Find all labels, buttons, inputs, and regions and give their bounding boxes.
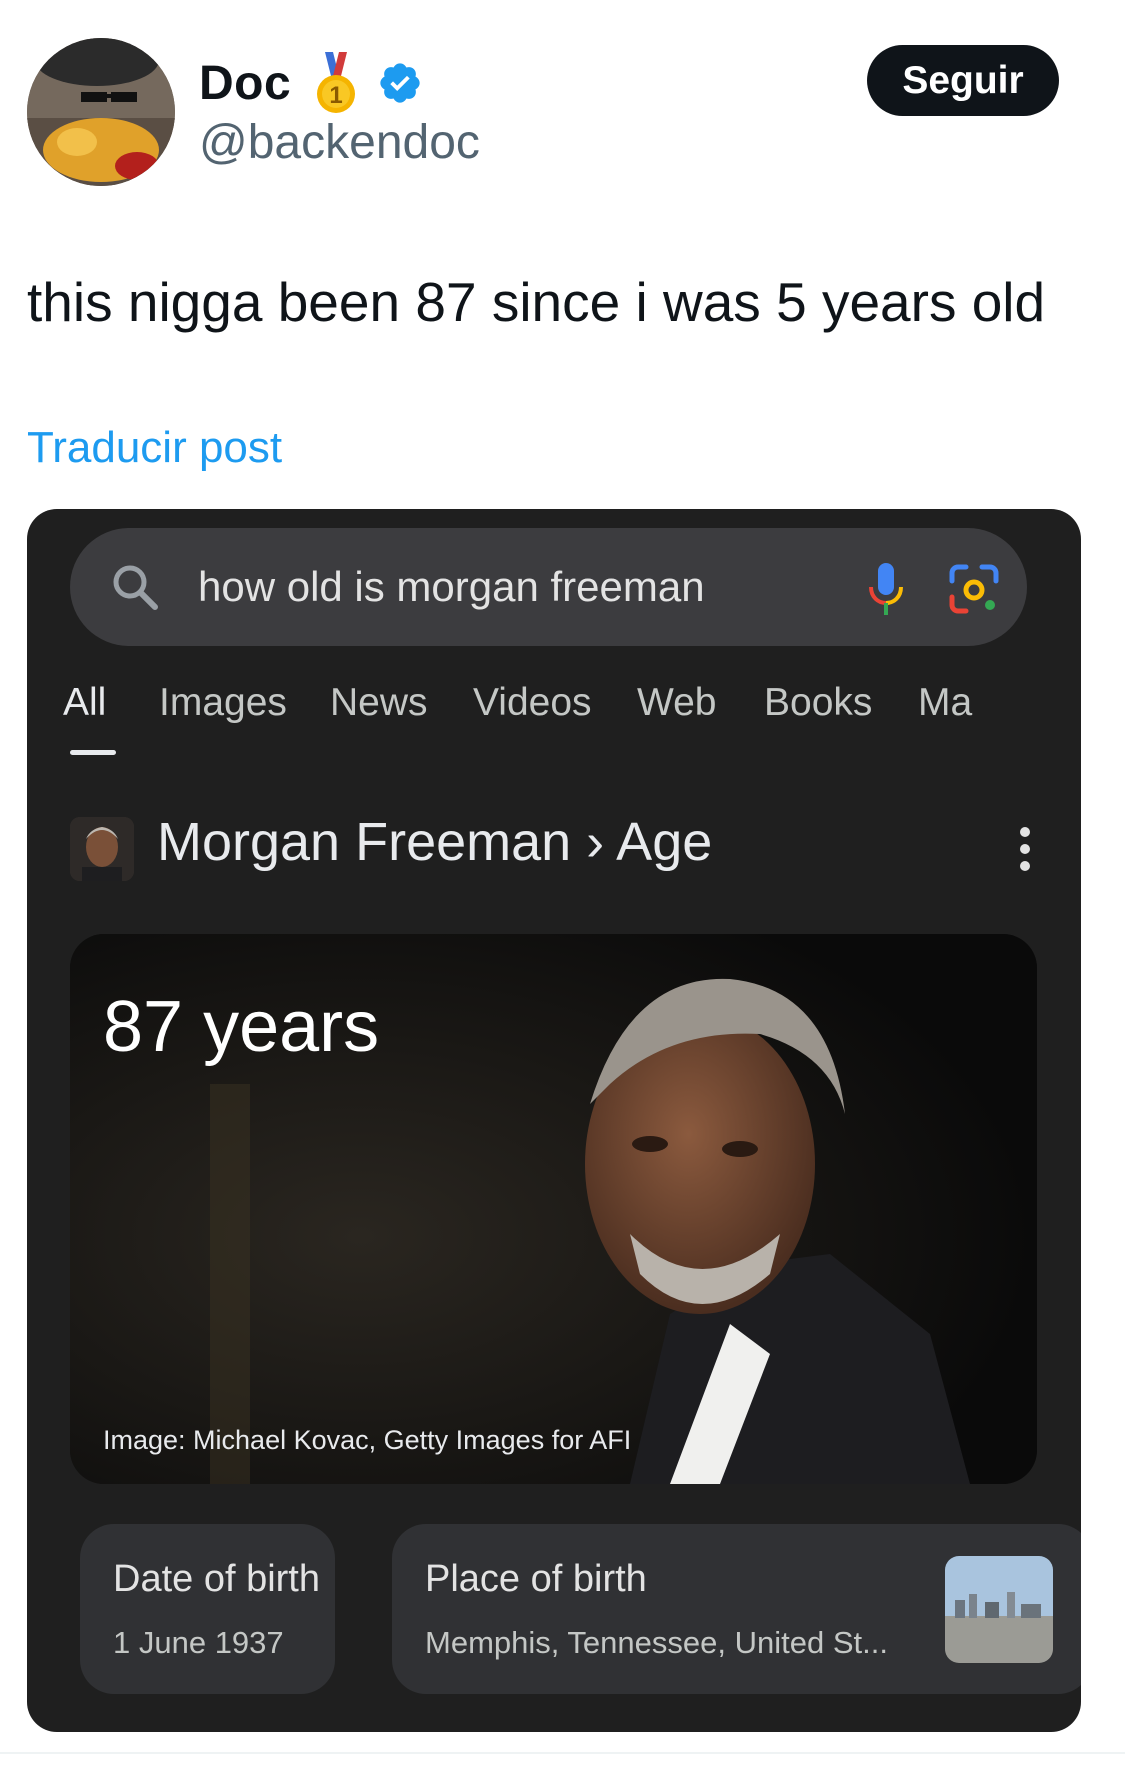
tab-books[interactable]: Books	[764, 681, 872, 725]
verified-badge-icon[interactable]	[377, 60, 423, 106]
tab-images[interactable]: Images	[159, 681, 287, 725]
date-of-birth-value: 1 June 1937	[113, 1625, 284, 1660]
tab-more[interactable]: Ma	[918, 681, 972, 725]
search-bar: how old is morgan freeman	[70, 528, 1027, 646]
age-value: 87 years	[103, 987, 380, 1067]
avatar[interactable]	[27, 38, 175, 186]
entity-thumbnail[interactable]	[70, 817, 134, 881]
place-of-birth-card[interactable]: Place of birth Memphis, Tennessee, Unite…	[392, 1524, 1081, 1694]
lens-icon	[949, 564, 999, 614]
place-of-birth-value: Memphis, Tennessee, United St...	[425, 1625, 888, 1660]
tab-videos[interactable]: Videos	[473, 681, 592, 725]
result-tabs: All Images News Videos Web Books Ma	[27, 669, 1081, 749]
active-tab-indicator	[70, 750, 116, 755]
image-credit: Image: Michael Kovac, Getty Images for A…	[103, 1425, 632, 1455]
tweet-text: this nigga been 87 since i was 5 years o…	[27, 271, 1046, 333]
search-icon	[113, 565, 158, 610]
search-query: how old is morgan freeman	[198, 563, 705, 610]
date-of-birth-card[interactable]: Date of birth 1 June 1937	[80, 1524, 335, 1694]
entity-title[interactable]: Morgan Freeman › Age	[157, 811, 712, 873]
translate-post-link[interactable]: Traducir post	[27, 423, 282, 473]
tab-all[interactable]: All	[63, 681, 106, 725]
date-of-birth-label: Date of birth	[113, 1558, 320, 1600]
display-name[interactable]: Doc	[199, 56, 291, 111]
name-row: Doc 1	[199, 50, 423, 116]
embedded-screenshot[interactable]: how old is morgan freeman All Images New…	[27, 509, 1081, 1732]
tab-web[interactable]: Web	[637, 681, 717, 725]
more-vert-icon[interactable]	[1018, 825, 1032, 873]
follow-button[interactable]: Seguir	[867, 45, 1059, 116]
place-of-birth-label: Place of birth	[425, 1558, 647, 1600]
age-answer-card[interactable]: 87 years Image: Michael Kovac, Getty Ima…	[70, 934, 1037, 1484]
tab-news[interactable]: News	[330, 681, 428, 725]
medal-icon: 1	[317, 52, 356, 113]
medal-number: 1	[330, 82, 343, 109]
mic-icon	[869, 563, 903, 615]
divider	[0, 1752, 1125, 1754]
city-photo	[945, 1556, 1053, 1663]
handle[interactable]: @backendoc	[199, 115, 480, 170]
